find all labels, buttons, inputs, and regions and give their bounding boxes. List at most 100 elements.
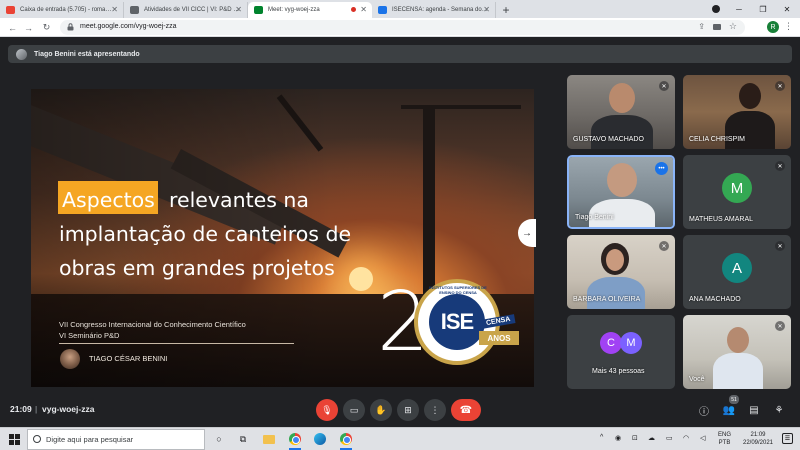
conference-info: VII Congresso Internacional do Conhecime… <box>59 319 246 341</box>
logo-seal-text: ISE <box>429 294 485 350</box>
slide-crane-tower <box>423 109 435 299</box>
language-code: ENG <box>718 432 732 438</box>
meeting-code: vyg-woej-zza <box>42 404 95 414</box>
person-body <box>591 115 653 149</box>
reload-icon[interactable]: ↻ <box>40 21 53 34</box>
person-body <box>587 277 645 309</box>
camera-in-use-icon[interactable] <box>713 24 721 30</box>
task-view-icon[interactable]: ⧉ <box>236 432 250 446</box>
tab-isecensa[interactable]: ISECENSA: agenda - Semana do… ✕ <box>372 2 496 18</box>
chrome-icon[interactable] <box>288 432 302 450</box>
author-name: TIAGO CÉSAR BENINI <box>89 354 168 363</box>
person-face <box>606 249 624 271</box>
wifi-icon[interactable]: ◠ <box>683 434 689 442</box>
participant-tile[interactable]: ✕ CELIA CHRISPIM <box>683 75 791 149</box>
conference-line: VI Seminário P&D <box>59 331 120 340</box>
battery-icon[interactable]: ▭ <box>666 434 673 442</box>
profile-avatar[interactable]: R <box>767 21 779 33</box>
share-icon[interactable]: ⇪ <box>698 22 705 31</box>
taskbar-search-input[interactable]: Digite aqui para pesquisar <box>27 429 205 450</box>
slide-crane-jib <box>401 105 521 109</box>
tab-meet[interactable]: Meet: vyg-woej-zza ✕ <box>248 2 372 18</box>
chrome-icon[interactable] <box>339 432 353 450</box>
close-icon[interactable]: ✕ <box>111 5 118 14</box>
edge-icon[interactable] <box>313 432 327 446</box>
participant-tile[interactable]: ✕ BARBARA OLIVEIRA <box>567 235 675 309</box>
minimize-icon[interactable]: ─ <box>727 0 751 18</box>
logo-anos-tag: ANOS <box>479 331 519 345</box>
chat-icon[interactable]: ▤ <box>747 403 761 417</box>
system-date: 22/09/2021 <box>742 440 774 446</box>
participant-tile[interactable]: A ✕ ANA MACHADO <box>683 235 791 309</box>
mic-toggle-button[interactable]: 🎙 <box>316 399 338 421</box>
mic-off-icon: ✕ <box>775 161 785 171</box>
tray-network-share-icon[interactable]: ⊡ <box>632 434 638 442</box>
tray-app-icon[interactable]: ◉ <box>615 434 621 442</box>
more-vert-icon: ⋮ <box>430 404 440 415</box>
presenter-avatar <box>16 48 27 60</box>
meet-icon <box>254 6 263 14</box>
volume-icon[interactable]: ◁ <box>700 434 705 442</box>
forward-icon[interactable]: → <box>22 21 35 34</box>
participant-initial-avatar: M <box>620 332 642 354</box>
file-explorer-icon[interactable] <box>262 432 276 446</box>
tray-cloud-icon[interactable]: ☁ <box>648 434 655 442</box>
presentation-slide: Aspectos relevantes na implantação de can… <box>31 89 534 387</box>
participant-tile-active-speaker[interactable]: ••• Tiago Benini <box>567 155 675 229</box>
calendar-icon <box>378 6 387 14</box>
gmail-icon <box>6 6 15 14</box>
restore-icon[interactable]: ❐ <box>751 0 775 18</box>
participant-tile[interactable]: M ✕ MATHEUS AMARAL <box>683 155 791 229</box>
browser-tab-strip: Caixa de entrada (5.705) - roma… ✕ Ativi… <box>0 0 800 18</box>
tray-expand-icon[interactable]: ^ <box>600 434 603 441</box>
more-participants-tile[interactable]: C M Mais 43 pessoas <box>567 315 675 389</box>
activities-icon[interactable]: ⚘ <box>772 403 786 417</box>
participant-name: GUSTAVO MACHADO <box>573 136 644 143</box>
system-clock[interactable]: 21:09 22/09/2021 <box>740 431 776 447</box>
input-language[interactable]: ENG PTB <box>718 431 731 447</box>
tab-atividades[interactable]: Atividades de VII CICC | VI: P&D … ✕ <box>124 2 248 18</box>
conference-line: VII Congresso Internacional do Conhecime… <box>59 320 246 329</box>
camera-toggle-button[interactable]: ▭ <box>343 399 365 421</box>
participant-name: CELIA CHRISPIM <box>689 136 746 143</box>
browser-menu-icon[interactable]: ⋮ <box>784 21 793 32</box>
tab-label: ISECENSA: agenda - Semana do… <box>392 7 488 13</box>
participant-initial-avatar: C <box>600 332 622 354</box>
tab-gmail[interactable]: Caixa de entrada (5.705) - roma… ✕ <box>0 2 124 18</box>
new-tab-button[interactable]: + <box>498 2 514 18</box>
participant-name: ANA MACHADO <box>689 296 741 303</box>
media-indicator-icon[interactable] <box>712 5 720 13</box>
people-icon[interactable]: 👥 <box>722 403 736 417</box>
system-time: 21:09 <box>750 432 766 438</box>
participant-count-badge: 51 <box>729 395 739 404</box>
camera-icon: ▭ <box>349 404 359 415</box>
close-icon[interactable]: ✕ <box>235 5 242 14</box>
participant-name: Você <box>689 376 705 383</box>
mic-off-icon: 🎙 <box>321 404 333 415</box>
close-icon[interactable]: ✕ <box>483 5 490 14</box>
participant-initial-avatar: M <box>722 173 752 203</box>
bookmark-star-icon[interactable]: ☆ <box>729 21 737 32</box>
close-icon[interactable]: ✕ <box>360 5 367 14</box>
present-now-button[interactable]: ⊞ <box>397 399 419 421</box>
meeting-details-icon[interactable]: ⓘ <box>697 403 711 418</box>
mic-off-icon: ✕ <box>659 241 669 251</box>
slide-title: Aspectos relevantes na implantação de can… <box>59 183 359 285</box>
self-view-tile[interactable]: ✕ Você <box>683 315 791 389</box>
back-icon[interactable]: ← <box>6 21 19 34</box>
participant-tile[interactable]: ✕ GUSTAVO MACHADO <box>567 75 675 149</box>
notifications-icon[interactable]: ☰ <box>782 433 793 444</box>
raise-hand-button[interactable]: ✋ <box>370 399 392 421</box>
address-bar[interactable]: meet.google.com/vyg-woej-zza ⇪ ☆ <box>60 20 745 35</box>
participant-name: Tiago Benini <box>575 214 614 221</box>
window-close-icon[interactable]: ✕ <box>775 0 799 18</box>
more-participants-label: Mais 43 pessoas <box>592 368 645 375</box>
browser-toolbar: ← → ↻ meet.google.com/vyg-woej-zza ⇪ ☆ R… <box>0 18 800 37</box>
more-options-icon[interactable]: ••• <box>655 162 668 175</box>
cortana-icon[interactable]: ○ <box>212 432 226 446</box>
leave-call-button[interactable]: ☎ <box>451 399 481 421</box>
more-options-button[interactable]: ⋮ <box>424 399 446 421</box>
windows-start-icon[interactable] <box>9 434 20 445</box>
person-head <box>607 163 637 197</box>
participant-name: MATHEUS AMARAL <box>689 216 754 223</box>
